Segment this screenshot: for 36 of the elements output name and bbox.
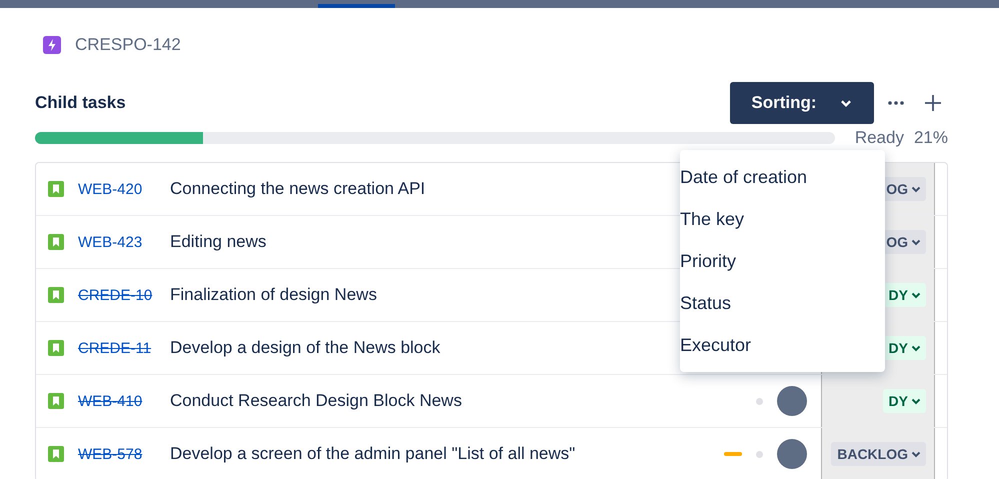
bookmark-icon bbox=[48, 234, 64, 250]
task-title: Editing news bbox=[170, 232, 266, 252]
task-row[interactable]: WEB-578 Develop a screen of the admin panel "List of all news" BACKLOG bbox=[36, 428, 947, 479]
task-title: Connecting the news creation API bbox=[170, 179, 426, 199]
section-title: Child tasks bbox=[35, 93, 127, 113]
bookmark-icon bbox=[48, 181, 64, 197]
dot-icon bbox=[756, 450, 763, 458]
bookmark-icon bbox=[48, 287, 64, 303]
sorting-button[interactable]: Sorting: bbox=[730, 82, 874, 124]
issue-key[interactable]: CRESPO-142 bbox=[75, 35, 181, 55]
status-dropdown[interactable]: DY bbox=[882, 336, 926, 360]
task-row[interactable]: WEB-410 Conduct Research Design Block News DY bbox=[36, 375, 947, 428]
task-key-link[interactable]: CREDE-11 bbox=[78, 340, 170, 356]
status-dropdown[interactable]: BACKLOG bbox=[831, 442, 926, 466]
status-dropdown[interactable]: DY bbox=[882, 389, 926, 413]
bookmark-icon bbox=[48, 393, 64, 409]
progress-label: Ready bbox=[854, 128, 904, 148]
task-key-link[interactable]: CREDE-10 bbox=[78, 286, 170, 304]
lightning-icon bbox=[43, 36, 61, 54]
progress-percent: 21% bbox=[914, 128, 948, 148]
avatar[interactable] bbox=[777, 439, 807, 469]
sort-option[interactable]: Status bbox=[680, 282, 885, 324]
dot-icon bbox=[756, 398, 763, 404]
task-title: Develop a design of the News block bbox=[170, 338, 440, 358]
task-key-link[interactable]: WEB-578 bbox=[78, 446, 170, 462]
bookmark-icon bbox=[48, 446, 64, 462]
task-title: Conduct Research Design Block News bbox=[170, 391, 462, 411]
status-dropdown[interactable]: DY bbox=[882, 283, 926, 307]
bookmark-icon bbox=[48, 340, 64, 356]
task-title: Develop a screen of the admin panel "List of all news" bbox=[170, 444, 576, 464]
avatar[interactable] bbox=[777, 386, 807, 416]
task-key-link[interactable]: WEB-423 bbox=[78, 234, 170, 250]
task-key-link[interactable]: WEB-410 bbox=[78, 392, 170, 410]
sort-option[interactable]: Executor bbox=[680, 324, 885, 366]
task-title: Finalization of design News bbox=[170, 285, 377, 305]
task-key-link[interactable]: WEB-420 bbox=[78, 180, 170, 198]
